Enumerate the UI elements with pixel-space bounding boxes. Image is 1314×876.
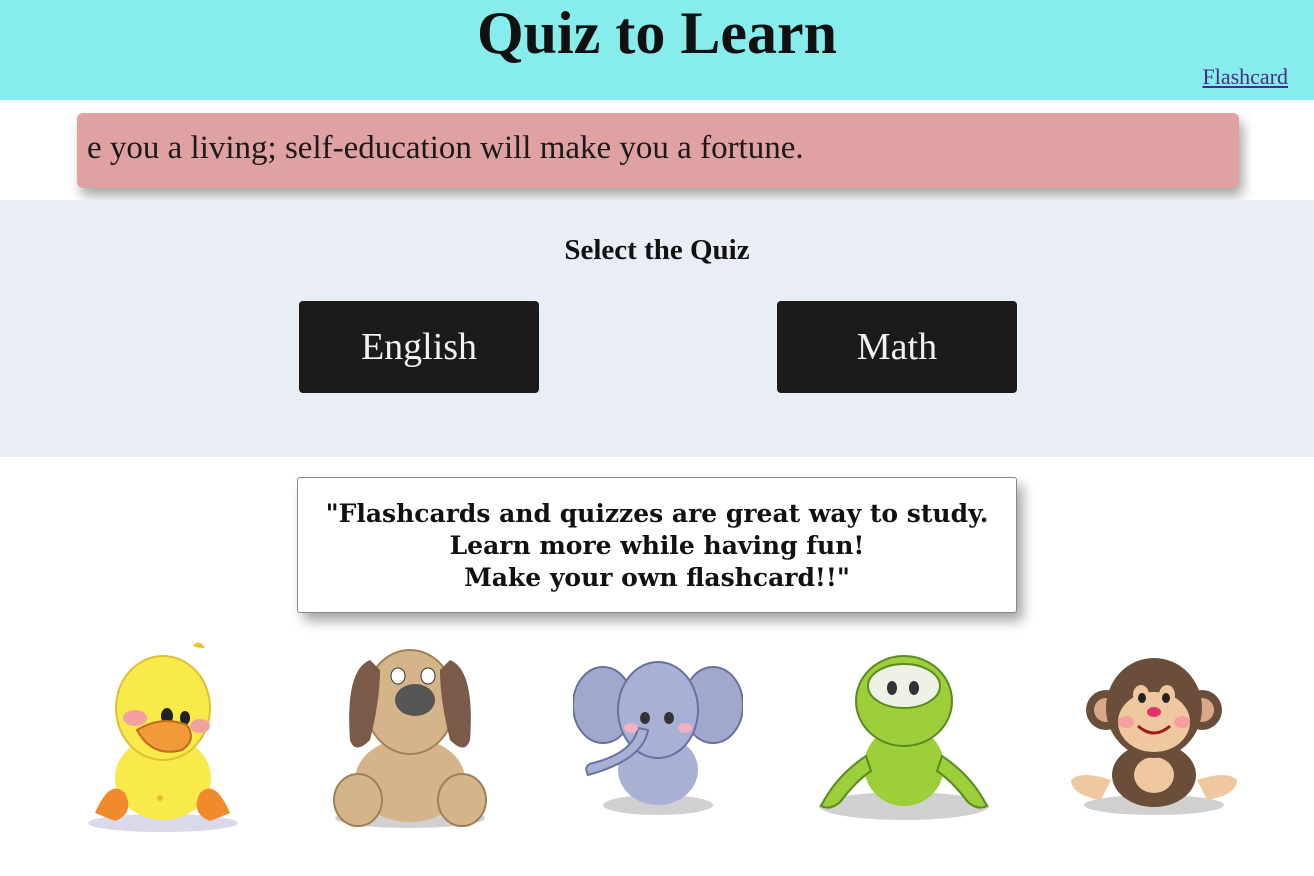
marquee-text: e you a living; self-education will make… xyxy=(87,130,804,166)
duck-icon xyxy=(88,642,238,832)
quiz-selection-panel: Select the Quiz English Math xyxy=(0,200,1314,457)
quiz-heading: Select the Quiz xyxy=(564,234,750,266)
page-title: Quiz to Learn xyxy=(477,0,837,66)
quote-line: Make your own flashcard!!" xyxy=(464,563,850,592)
quote-marquee: e you a living; self-education will make… xyxy=(77,113,1239,188)
header: Quiz to Learn Flashcard xyxy=(0,0,1314,100)
dog-icon xyxy=(333,649,487,828)
quote-line: Learn more while having fun! xyxy=(449,531,865,560)
math-quiz-button[interactable]: Math xyxy=(777,301,1017,393)
quote-line: "Flashcards and quizzes are great way to… xyxy=(325,499,989,528)
flashcard-link[interactable]: Flashcard xyxy=(1202,64,1288,90)
english-quiz-button[interactable]: English xyxy=(299,301,539,393)
frog-icon xyxy=(819,655,989,820)
monkey-icon xyxy=(1071,658,1237,815)
elephant-icon xyxy=(573,661,743,815)
quote-box: "Flashcards and quizzes are great way to… xyxy=(297,477,1017,613)
